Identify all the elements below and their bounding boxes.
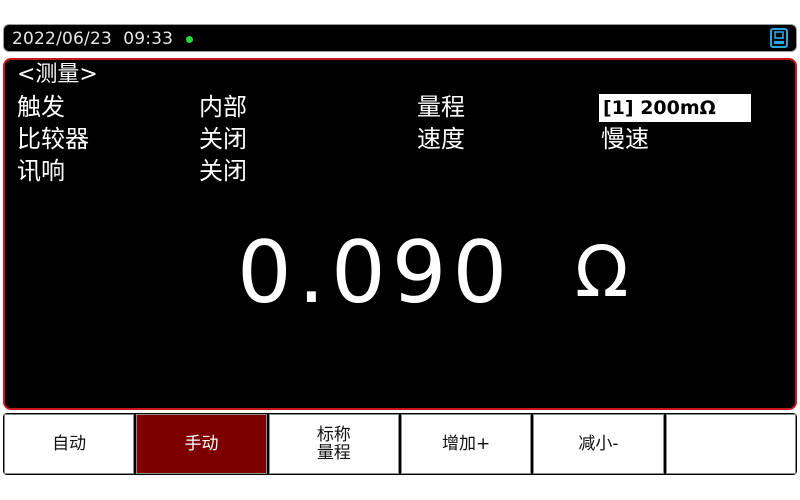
increase-button[interactable]: 增加+ <box>400 414 532 474</box>
measurement-reading: 0.090 <box>237 223 514 323</box>
softkey-bar: 自动 手动 标称 量程 增加+ 减小- <box>3 413 797 475</box>
speed-label: 速度 <box>417 125 465 153</box>
comparator-label: 比较器 <box>17 125 89 153</box>
trigger-label: 触发 <box>17 93 65 121</box>
auto-button[interactable]: 自动 <box>4 414 135 474</box>
nominal-range-button[interactable]: 标称 量程 <box>268 414 399 474</box>
page-title: <测量> <box>17 62 98 87</box>
comparator-value[interactable]: 关闭 <box>199 124 247 154</box>
auto-button-label: 自动 <box>52 434 87 454</box>
speed-value[interactable]: 慢速 <box>601 124 649 154</box>
measurement-unit: Ω <box>575 231 629 313</box>
status-bar: 2022/06/23 09:33 <box>3 24 797 52</box>
date-time: 2022/06/23 09:33 <box>12 29 174 49</box>
usb-drive-icon[interactable] <box>770 28 788 48</box>
manual-button[interactable]: 手动 <box>136 414 267 474</box>
decrease-button-label: 减小- <box>578 434 619 454</box>
range-value[interactable]: [1] 200mΩ <box>599 94 751 122</box>
range-label: 量程 <box>417 93 465 121</box>
increase-button-label: 增加+ <box>442 434 491 454</box>
beep-value[interactable]: 关闭 <box>199 156 247 186</box>
beep-label: 讯响 <box>17 157 65 185</box>
instrument-display: 2022/06/23 09:33 <测量> 触发 内部 比较器 关闭 讯响 关闭… <box>0 20 800 480</box>
decrease-button[interactable]: 减小- <box>533 414 664 474</box>
manual-button-label: 手动 <box>184 434 219 454</box>
nominal-range-label-line1: 标称 <box>316 425 351 445</box>
status-indicator-icon <box>186 36 193 43</box>
measurement-screen: <测量> 触发 内部 比较器 关闭 讯响 关闭 量程 [1] 200mΩ 速度 … <box>3 58 797 410</box>
blank-softkey[interactable] <box>665 414 796 474</box>
nominal-range-label-line2: 量程 <box>316 443 351 463</box>
trigger-value[interactable]: 内部 <box>199 92 247 122</box>
